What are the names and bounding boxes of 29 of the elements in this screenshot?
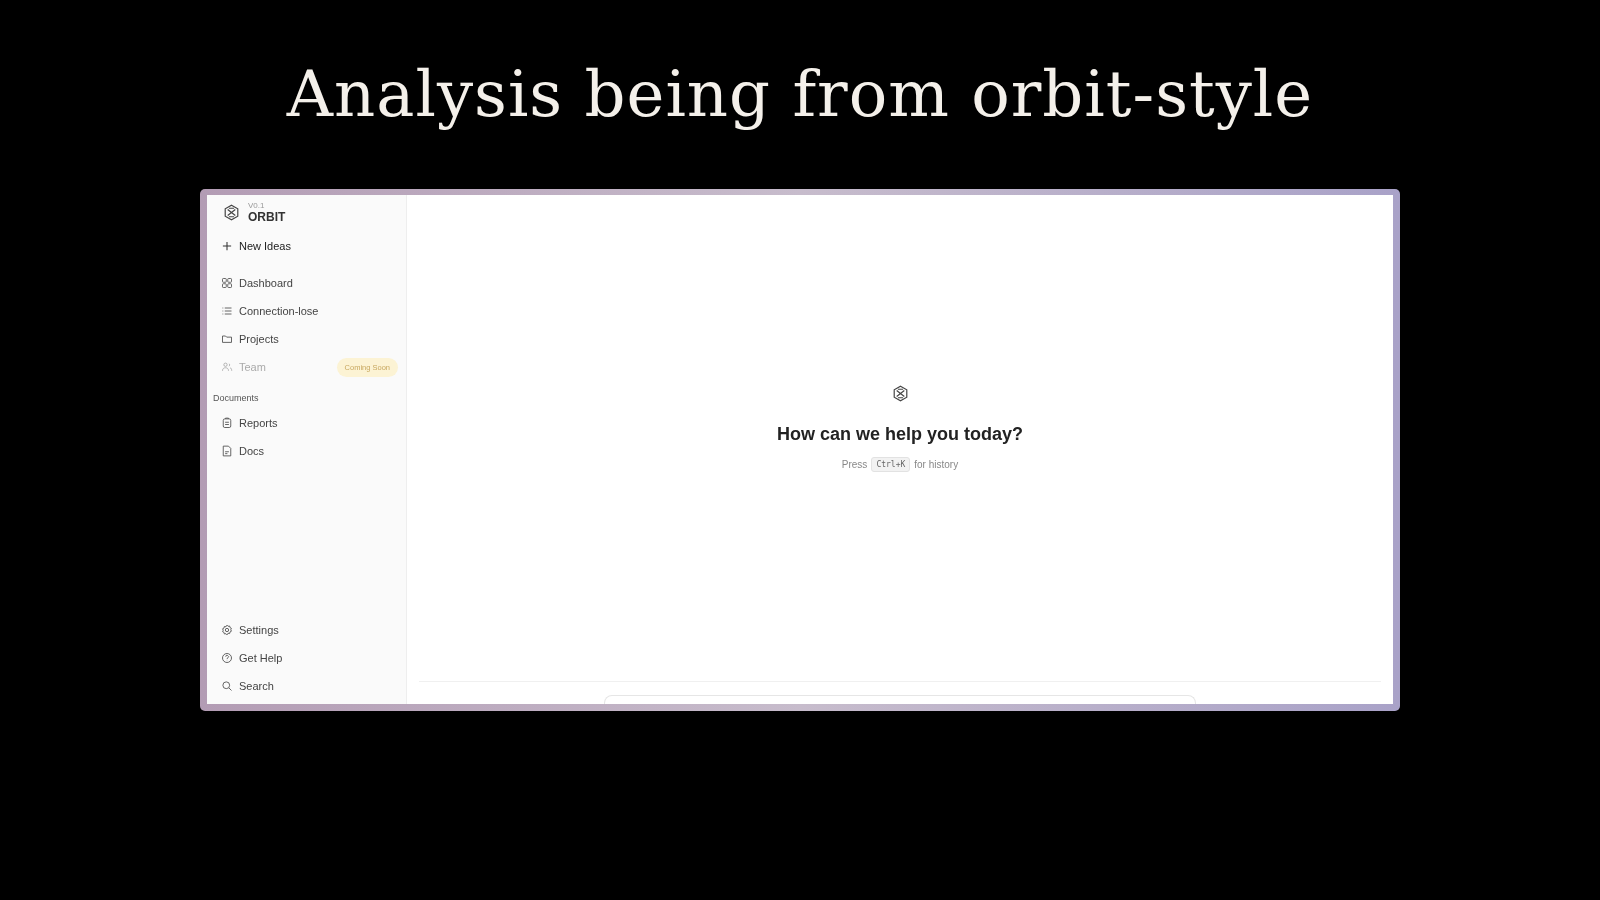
version-label: V0.1	[248, 201, 266, 210]
shortcut-key: Ctrl+K	[871, 456, 911, 472]
hint-text: Press	[841, 458, 868, 470]
search-icon	[221, 680, 233, 692]
people-icon	[221, 361, 233, 373]
section-heading: Documents	[213, 393, 260, 403]
nav-item[interactable]: Search	[213, 672, 398, 700]
help-icon	[221, 652, 233, 664]
hint-text: for history	[914, 458, 959, 470]
plus-icon	[221, 240, 233, 252]
nav-item[interactable]: Projects	[213, 325, 287, 353]
welcome-heading: How can we help you today?	[776, 423, 1023, 445]
grid-icon	[221, 277, 233, 289]
new-ideas-button[interactable]: New Ideas	[213, 232, 398, 260]
logo-icon	[223, 204, 240, 221]
nav-item[interactable]: Docs	[213, 437, 398, 465]
nav-item[interactable]: Connection-lose	[213, 297, 327, 325]
clipboard-icon	[221, 417, 233, 429]
nav-item[interactable]: Dashboard	[213, 269, 301, 297]
nav-item[interactable]: Settings	[213, 616, 398, 644]
settings-icon	[221, 624, 233, 636]
logo-icon	[891, 384, 909, 402]
folder-icon	[221, 333, 233, 345]
document-icon	[221, 445, 233, 457]
nav-item[interactable]: Get Help	[213, 644, 398, 672]
input-field[interactable]	[604, 695, 1196, 704]
nav-item[interactable]: Reports	[213, 409, 398, 437]
slide-title: Analysis being from orbit-style	[286, 56, 1314, 133]
app-name: ORBIT	[248, 210, 286, 224]
